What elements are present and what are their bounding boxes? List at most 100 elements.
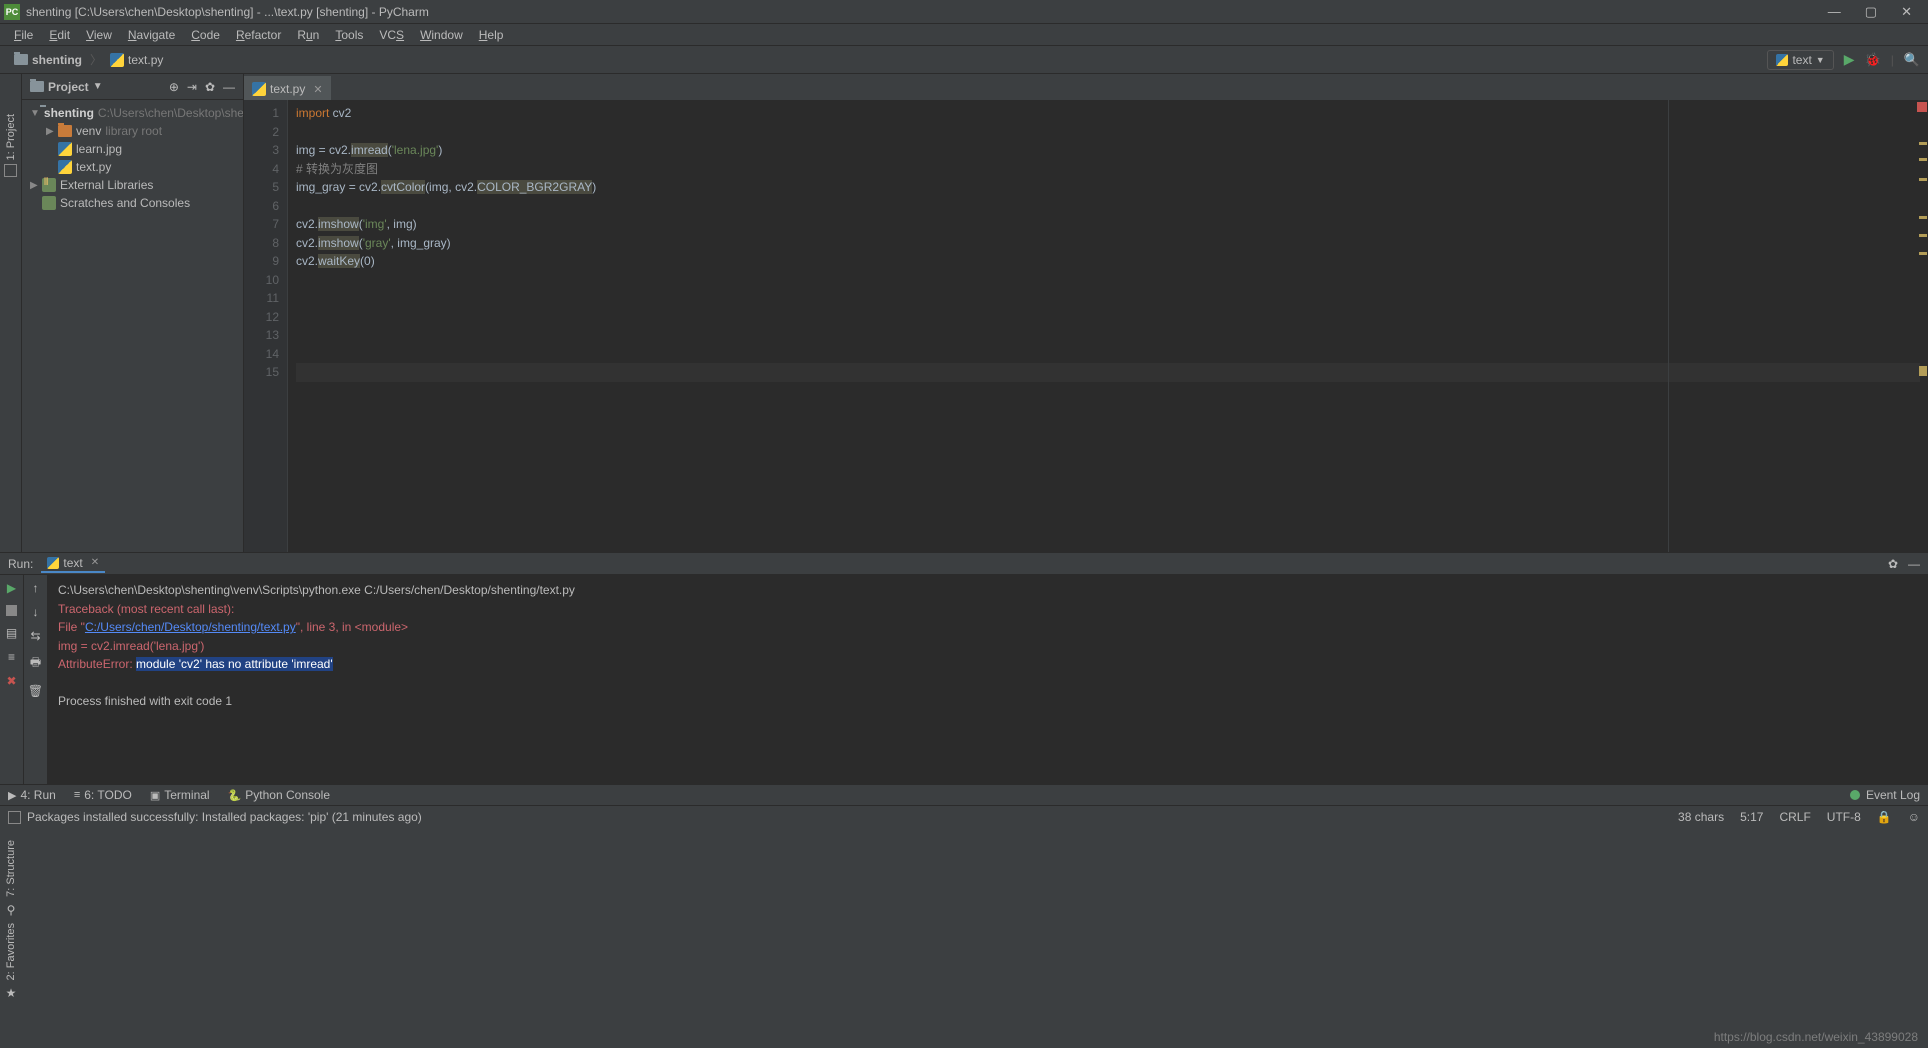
menu-refactor[interactable]: Refactor — [230, 26, 287, 44]
run-panel: Run: text✕ ✿ — ▶ ▤ ≡ ✖ ↑ ↓ ⇆ 🖶 🗑 C:\User… — [0, 552, 1928, 784]
tab-run[interactable]: ▶4: Run — [8, 788, 56, 802]
folder-icon — [58, 125, 72, 137]
run-config-tab[interactable]: text✕ — [41, 555, 105, 573]
marker[interactable] — [1919, 158, 1927, 161]
python-icon — [110, 53, 124, 67]
menu-view[interactable]: View — [80, 26, 118, 44]
run-button[interactable]: ▶ — [1844, 51, 1855, 68]
status-bar: Packages installed successfully: Install… — [0, 806, 1928, 828]
up-icon[interactable]: ↑ — [33, 581, 39, 595]
locate-icon[interactable]: ⊕ — [169, 80, 179, 94]
breadcrumb-file[interactable]: text.py — [104, 51, 169, 69]
search-button[interactable]: 🔍 — [1904, 52, 1920, 68]
debug-button[interactable]: 🐞 — [1865, 52, 1881, 68]
python-icon — [58, 160, 72, 174]
star-icon: ★ — [6, 986, 17, 1000]
title-bar: PC shenting [C:\Users\chen\Desktop\shent… — [0, 0, 1928, 24]
menu-navigate[interactable]: Navigate — [122, 26, 181, 44]
status-position[interactable]: 5:17 — [1740, 810, 1763, 824]
tree-scratches[interactable]: Scratches and Consoles — [22, 194, 243, 212]
code-text[interactable]: import cv2img = cv2.imread('lena.jpg')# … — [288, 100, 1928, 552]
dropdown-icon[interactable]: ▼ — [93, 81, 103, 92]
selected-text: module 'cv2' has no attribute 'imread' — [136, 657, 333, 671]
editor: text.py✕ 123456789101112131415 import cv… — [244, 74, 1928, 552]
rerun-button[interactable]: ▶ — [7, 581, 16, 595]
marker[interactable] — [1917, 102, 1927, 112]
tab-event-log[interactable]: Event Log — [1866, 788, 1920, 802]
menu-code[interactable]: Code — [185, 26, 226, 44]
tab-python-console[interactable]: 🐍Python Console — [228, 788, 330, 802]
tree-external-libs[interactable]: ▶External Libraries — [22, 176, 243, 194]
project-header: Project ▼ ⊕ ⇥ ✿ — — [22, 74, 243, 100]
tree-file[interactable]: text.py — [22, 158, 243, 176]
maximize-button[interactable]: ▢ — [1865, 4, 1877, 20]
breadcrumb-root[interactable]: shenting — [8, 51, 88, 69]
status-line-sep[interactable]: CRLF — [1779, 810, 1810, 824]
menu-edit[interactable]: Edit — [43, 26, 76, 44]
menu-window[interactable]: Window — [414, 26, 469, 44]
tree-venv[interactable]: ▶venvlibrary root — [22, 122, 243, 140]
marker[interactable] — [1919, 178, 1927, 181]
nav-bar: shenting 〉 text.py text▼ ▶ 🐞 | 🔍 — [0, 46, 1928, 74]
collapse-icon[interactable]: ⇥ — [187, 80, 197, 94]
project-panel: Project ▼ ⊕ ⇥ ✿ — ▼shentingC:\Users\chen… — [22, 74, 244, 552]
side-tab-icon — [4, 164, 17, 177]
project-panel-title[interactable]: Project — [48, 80, 89, 94]
menu-vcs[interactable]: VCS — [373, 26, 410, 44]
run-config-selector[interactable]: text▼ — [1767, 50, 1833, 70]
bottom-left-gutter: 7: Structure ⚲ 2: Favorites ★ — [0, 810, 22, 1010]
line-gutter: 123456789101112131415 — [244, 100, 288, 552]
close-button[interactable]: ✕ — [1901, 4, 1912, 20]
tree-file[interactable]: learn.jpg — [22, 140, 243, 158]
marker-bar — [1916, 100, 1928, 552]
marker[interactable] — [1919, 366, 1927, 376]
stop-button[interactable] — [6, 605, 17, 616]
run-label: Run: — [8, 557, 33, 571]
marker[interactable] — [1919, 234, 1927, 237]
pin-icon[interactable]: ≡ — [8, 650, 15, 664]
side-tab-structure[interactable]: 7: Structure — [5, 840, 17, 897]
console-line: C:\Users\chen\Desktop\shenting\venv\Scri… — [58, 581, 1918, 600]
python-icon — [252, 82, 266, 96]
scratch-icon — [42, 196, 56, 210]
close-tab-icon[interactable]: ✕ — [313, 83, 322, 96]
tab-todo[interactable]: ≡6: TODO — [74, 788, 132, 802]
minimize-button[interactable]: — — [1828, 4, 1841, 20]
marker[interactable] — [1919, 216, 1927, 219]
file-link[interactable]: C:/Users/chen/Desktop/shenting/text.py — [85, 620, 296, 634]
inspector-icon[interactable]: ☺ — [1908, 810, 1920, 824]
menu-help[interactable]: Help — [473, 26, 510, 44]
console-line: File "C:/Users/chen/Desktop/shenting/tex… — [58, 618, 1918, 637]
trash-icon[interactable]: 🗑 — [28, 684, 43, 698]
print-icon[interactable]: 🖶 — [30, 653, 41, 674]
minimize-icon[interactable]: — — [1908, 557, 1920, 571]
bottom-toolbar: ▶4: Run ≡6: TODO ▣Terminal 🐍Python Conso… — [0, 784, 1928, 806]
status-encoding[interactable]: UTF-8 — [1827, 810, 1861, 824]
menu-tools[interactable]: Tools — [329, 26, 369, 44]
editor-tab[interactable]: text.py✕ — [244, 76, 331, 100]
wrap-icon[interactable]: ⇆ — [30, 629, 40, 643]
down-icon[interactable]: ↓ — [33, 605, 39, 619]
run-tools-right: ↑ ↓ ⇆ 🖶 🗑 — [24, 575, 48, 784]
settings-icon[interactable]: ✿ — [1888, 557, 1898, 571]
marker[interactable] — [1919, 142, 1927, 145]
side-tab-favorites[interactable]: 2: Favorites — [5, 923, 17, 980]
divider: | — [1891, 53, 1894, 67]
close-icon[interactable]: ✖ — [6, 674, 16, 688]
tree-root[interactable]: ▼shentingC:\Users\chen\Desktop\shenting — [22, 104, 243, 122]
side-tab-project[interactable]: 1: Project — [5, 114, 17, 160]
lock-icon[interactable]: 🔒 — [1877, 810, 1892, 824]
menu-file[interactable]: File — [8, 26, 39, 44]
status-message: Packages installed successfully: Install… — [27, 810, 422, 824]
hide-icon[interactable]: — — [223, 80, 235, 94]
code-area[interactable]: 123456789101112131415 import cv2img = cv… — [244, 100, 1928, 552]
tab-terminal[interactable]: ▣Terminal — [150, 788, 210, 802]
console-line: Traceback (most recent call last): — [58, 600, 1918, 619]
folder-icon — [14, 54, 28, 65]
console-output[interactable]: C:\Users\chen\Desktop\shenting\venv\Scri… — [48, 575, 1928, 784]
marker[interactable] — [1919, 252, 1927, 255]
layout-icon[interactable]: ▤ — [6, 626, 17, 640]
menu-run[interactable]: Run — [291, 26, 325, 44]
settings-icon[interactable]: ✿ — [205, 80, 215, 94]
console-line: Process finished with exit code 1 — [58, 692, 1918, 711]
